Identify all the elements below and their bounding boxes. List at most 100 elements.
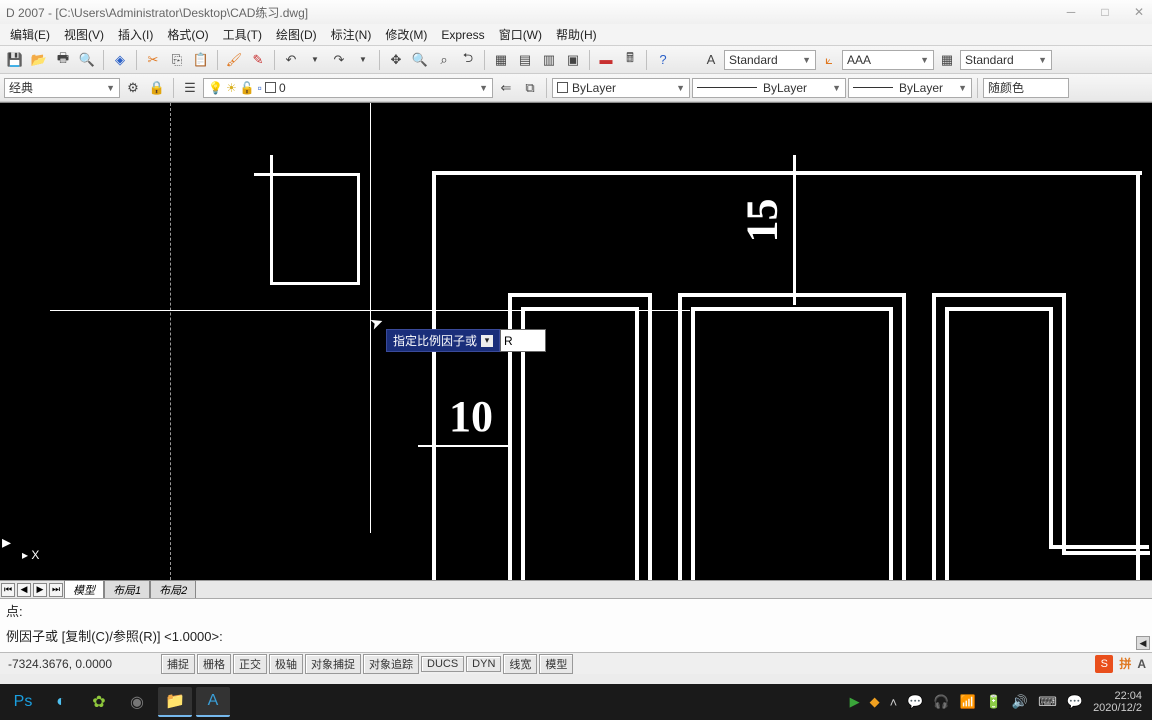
menu-express[interactable]: Express xyxy=(435,26,490,44)
table-style-dropdown[interactable]: Standard▼ xyxy=(960,50,1052,70)
cut-icon[interactable]: ✂ xyxy=(142,49,164,71)
erase-icon[interactable]: ✎ xyxy=(247,49,269,71)
ime-sogou-icon[interactable]: S xyxy=(1095,655,1113,673)
tray-volume-icon[interactable]: 🔊 xyxy=(1012,694,1028,710)
properties-icon[interactable]: ▦ xyxy=(490,49,512,71)
close-button[interactable]: ✕ xyxy=(1132,5,1146,19)
ucs-icon: ▸ ▸ X xyxy=(2,537,39,562)
lineweight-dropdown[interactable]: ByLayer▼ xyxy=(848,78,972,98)
tool-palette-icon[interactable]: ▥ xyxy=(538,49,560,71)
menu-tools[interactable]: 工具(T) xyxy=(217,24,268,45)
grid-toggle[interactable]: 栅格 xyxy=(197,654,231,674)
pan-icon[interactable]: ✥ xyxy=(385,49,407,71)
menu-help[interactable]: 帮助(H) xyxy=(550,24,603,45)
save-icon[interactable]: 💾 xyxy=(4,49,26,71)
workspace-dropdown[interactable]: 经典▼ xyxy=(4,78,120,98)
tab-layout1[interactable]: 布局1 xyxy=(104,580,150,599)
workspace-settings-icon[interactable]: ⚙ xyxy=(122,77,144,99)
tablestyle-icon[interactable]: ▦ xyxy=(936,49,958,71)
ducs-toggle[interactable]: DUCS xyxy=(421,656,464,672)
snap-toggle[interactable]: 捕捉 xyxy=(161,654,195,674)
menu-window[interactable]: 窗口(W) xyxy=(493,24,548,45)
lwt-toggle[interactable]: 线宽 xyxy=(503,654,537,674)
layer-prev-icon[interactable]: ⇐ xyxy=(495,77,517,99)
taskbar-explorer-icon[interactable]: 📁 xyxy=(158,687,192,717)
otrack-toggle[interactable]: 对象追踪 xyxy=(363,654,419,674)
tab-layout2[interactable]: 布局2 xyxy=(150,580,196,599)
drawing-canvas[interactable]: ➤ 10 15 指定比例因子或 ▾ ▸ ▸ X xyxy=(0,102,1152,580)
tray-lang-icon[interactable]: ⌨ xyxy=(1038,694,1057,710)
menu-format[interactable]: 格式(O) xyxy=(161,24,214,45)
undo-icon[interactable]: ↶ xyxy=(280,49,302,71)
workspace-lock-icon[interactable]: 🔒 xyxy=(146,77,168,99)
redo-icon[interactable]: ↷ xyxy=(328,49,350,71)
taskbar-autocad-icon[interactable]: A xyxy=(196,687,230,717)
dyn-toggle[interactable]: DYN xyxy=(466,656,501,672)
taskbar-browser-icon[interactable]: ◐ xyxy=(44,687,78,717)
tray-wechat-icon[interactable]: 💬 xyxy=(907,694,923,710)
taskbar-leaf-icon[interactable]: ✿ xyxy=(82,687,116,717)
match-icon[interactable]: 🖌 xyxy=(223,49,245,71)
color-dropdown[interactable]: ByLayer▼ xyxy=(552,78,690,98)
tray-headset-icon[interactable]: 🎧 xyxy=(933,694,949,710)
menu-modify[interactable]: 修改(M) xyxy=(379,24,433,45)
taskbar-eye-icon[interactable]: ◉ xyxy=(120,687,154,717)
design-center-icon[interactable]: ▤ xyxy=(514,49,536,71)
tray-play-icon[interactable]: ▶ xyxy=(850,694,860,710)
paste-icon[interactable]: 📋 xyxy=(190,49,212,71)
tab-prev-icon[interactable]: ◀ xyxy=(17,583,31,597)
polar-toggle[interactable]: 极轴 xyxy=(269,654,303,674)
markup-icon[interactable]: ▬ xyxy=(595,49,617,71)
dynamic-dropdown-icon[interactable]: ▾ xyxy=(481,335,493,347)
sheet-set-icon[interactable]: ▣ xyxy=(562,49,584,71)
sun-icon: ☀ xyxy=(226,81,237,95)
menu-view[interactable]: 视图(V) xyxy=(58,24,110,45)
layer-dropdown[interactable]: 💡 ☀ 🔓 ▫ 0 ▼ xyxy=(203,78,493,98)
tab-model[interactable]: 模型 xyxy=(64,580,104,599)
menu-insert[interactable]: 插入(I) xyxy=(112,24,159,45)
tab-first-icon[interactable]: ⏮ xyxy=(1,583,15,597)
layer-state-icon[interactable]: ⧉ xyxy=(519,77,541,99)
redo-dropdown-icon[interactable]: ▼ xyxy=(352,49,374,71)
ime-alpha-label[interactable]: A xyxy=(1137,657,1146,671)
ime-pinyin-label[interactable]: 拼 xyxy=(1119,655,1131,672)
model-toggle[interactable]: 模型 xyxy=(539,654,573,674)
help-icon[interactable]: ? xyxy=(652,49,674,71)
dim-style-dropdown[interactable]: AAA▼ xyxy=(842,50,934,70)
zoom-realtime-icon[interactable]: 🔍 xyxy=(409,49,431,71)
tray-clock[interactable]: 22:04 2020/12/2 xyxy=(1093,690,1142,714)
open-icon[interactable]: 📂 xyxy=(28,49,50,71)
menu-draw[interactable]: 绘图(D) xyxy=(270,24,323,45)
osnap-toggle[interactable]: 对象捕捉 xyxy=(305,654,361,674)
undo-dropdown-icon[interactable]: ▼ xyxy=(304,49,326,71)
zoom-previous-icon[interactable]: ⮌ xyxy=(457,49,479,71)
tray-notify-icon[interactable]: 💬 xyxy=(1067,694,1083,710)
dynamic-input-field[interactable] xyxy=(500,329,546,352)
command-scroll-icon[interactable]: ◀ xyxy=(1136,636,1150,650)
textstyle-icon[interactable]: A xyxy=(700,49,722,71)
tray-battery-icon[interactable]: 🔋 xyxy=(986,694,1002,710)
tray-wifi-icon[interactable]: 📶 xyxy=(960,694,976,710)
layer-manager-icon[interactable]: ☰ xyxy=(179,77,201,99)
tray-shield-icon[interactable]: ◆ xyxy=(870,694,880,710)
tab-next-icon[interactable]: ▶ xyxy=(33,583,47,597)
publish-icon[interactable]: ◈ xyxy=(109,49,131,71)
zoom-window-icon[interactable]: ⌕ xyxy=(433,49,455,71)
linetype-dropdown[interactable]: ByLayer▼ xyxy=(692,78,846,98)
ortho-toggle[interactable]: 正交 xyxy=(233,654,267,674)
tray-chevron-icon[interactable]: ˄ xyxy=(890,695,898,710)
taskbar-photoshop-icon[interactable]: Ps xyxy=(6,687,40,717)
maximize-button[interactable]: □ xyxy=(1098,5,1112,19)
plotstyle-dropdown[interactable]: 随颜色 xyxy=(983,78,1069,98)
minimize-button[interactable]: ─ xyxy=(1064,5,1078,19)
copy-icon[interactable]: ⎘ xyxy=(166,49,188,71)
preview-icon[interactable]: 🔍 xyxy=(76,49,98,71)
menu-dimension[interactable]: 标注(N) xyxy=(325,24,378,45)
calc-icon[interactable]: 🖩 xyxy=(619,49,641,71)
dimstyle-icon[interactable]: ⟀ xyxy=(818,49,840,71)
command-window[interactable]: 点: 例因子或 [复制(C)/参照(R)] <1.0000>: ◀ xyxy=(0,598,1152,652)
tab-last-icon[interactable]: ⏭ xyxy=(49,583,63,597)
menu-edit[interactable]: 编辑(E) xyxy=(4,24,56,45)
text-style-dropdown[interactable]: Standard▼ xyxy=(724,50,816,70)
print-icon[interactable]: 🖶 xyxy=(52,49,74,71)
